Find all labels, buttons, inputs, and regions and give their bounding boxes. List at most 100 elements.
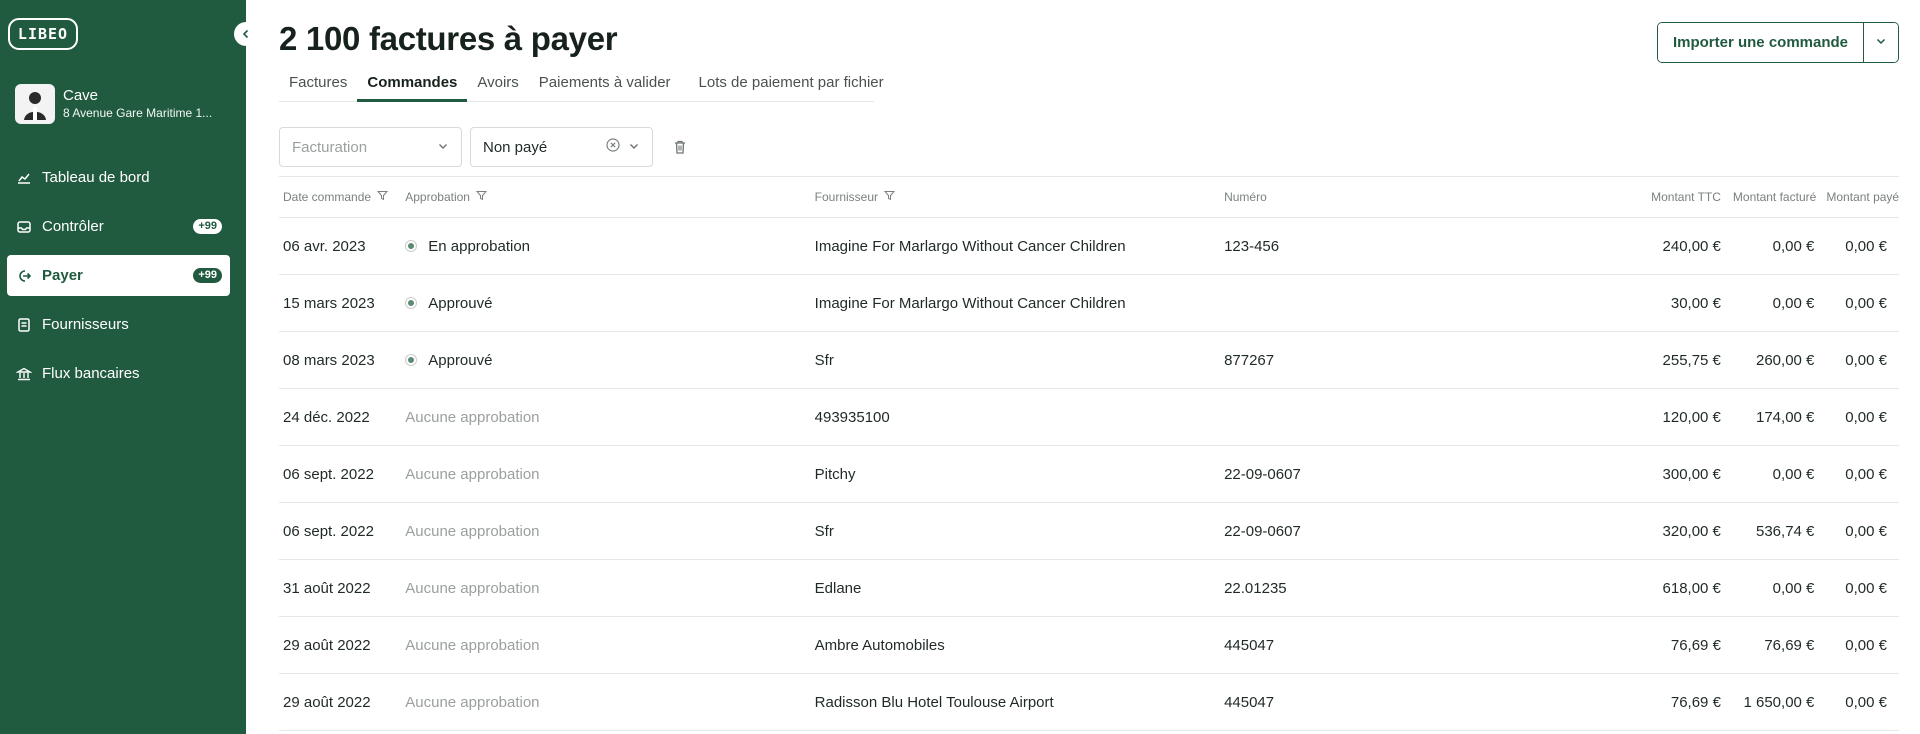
chevron-down-icon — [1875, 35, 1887, 50]
import-options-button[interactable] — [1864, 23, 1898, 62]
tab-commandes[interactable]: Commandes — [357, 70, 468, 102]
amount-paid: 0,00 € — [1845, 465, 1887, 483]
person-icon — [24, 92, 46, 120]
amount-invoiced: 0,00 € — [1772, 579, 1815, 597]
supplier-name: 493935100 — [814, 408, 890, 426]
approval-status: Aucune approbation — [405, 408, 540, 426]
order-number: 123-456 — [1224, 237, 1280, 255]
tab-bar: Factures Commandes Avoirs Paiements à va… — [279, 70, 884, 102]
table-row[interactable]: 29 août 2022 Aucune approbation Radisson… — [279, 674, 1899, 731]
payment-status-value: Non payé — [483, 138, 548, 156]
column-header-approbation[interactable]: Approbation — [401, 190, 810, 204]
order-date: 15 mars 2023 — [283, 294, 375, 312]
amount-invoiced: 1 650,00 € — [1743, 693, 1815, 711]
tab-lots-de-paiement[interactable]: Lots de paiement par fichier — [689, 70, 894, 102]
order-number: 22.01235 — [1224, 579, 1287, 597]
tab-paiements-a-valider[interactable]: Paiements à valider — [529, 70, 681, 102]
table-row[interactable]: 06 sept. 2022 Aucune approbation Sfr 22-… — [279, 503, 1899, 560]
collapse-sidebar-button[interactable] — [234, 22, 258, 46]
amount-ttc: 300,00 € — [1662, 465, 1721, 483]
sidebar-item-fournisseurs[interactable]: Fournisseurs — [7, 304, 230, 345]
table-row[interactable]: 06 sept. 2022 Aucune approbation Pitchy … — [279, 446, 1899, 503]
amount-paid: 0,00 € — [1845, 294, 1887, 312]
supplier-name: Sfr — [814, 522, 834, 540]
amount-paid: 0,00 € — [1845, 636, 1887, 654]
table-row[interactable]: 24 déc. 2022 Aucune approbation 49393510… — [279, 389, 1899, 446]
order-number: 877267 — [1224, 351, 1275, 369]
amount-invoiced: 174,00 € — [1756, 408, 1815, 426]
chevron-down-icon — [628, 139, 640, 156]
amount-paid: 0,00 € — [1845, 522, 1887, 540]
amount-ttc: 76,69 € — [1670, 693, 1721, 711]
amount-invoiced: 0,00 € — [1772, 237, 1815, 255]
order-date: 06 sept. 2022 — [283, 465, 374, 483]
count-badge: +99 — [193, 268, 222, 283]
table-row[interactable]: 15 mars 2023 Approuvé Imagine For Marlar… — [279, 275, 1899, 332]
column-header-montant-facture[interactable]: Montant facturé — [1729, 190, 1822, 204]
tab-avoirs[interactable]: Avoirs — [467, 70, 528, 102]
column-header-montant-ttc[interactable]: Montant TTC — [1629, 190, 1728, 204]
supplier-name: Radisson Blu Hotel Toulouse Airport — [814, 693, 1054, 711]
approval-status: En approbation — [401, 238, 810, 255]
column-header-date[interactable]: Date commande — [279, 190, 401, 204]
count-badge: +99 — [193, 219, 222, 234]
amount-paid: 0,00 € — [1845, 408, 1887, 426]
bank-icon — [15, 365, 33, 383]
sidebar-item-tableau-de-bord[interactable]: Tableau de bord — [7, 157, 230, 198]
clear-icon[interactable] — [606, 138, 620, 156]
approval-status: Aucune approbation — [405, 636, 540, 654]
filter-icon[interactable] — [376, 190, 389, 204]
order-number: 445047 — [1224, 636, 1275, 654]
amount-ttc: 76,69 € — [1670, 636, 1721, 654]
tab-factures[interactable]: Factures — [279, 70, 357, 102]
order-date: 31 août 2022 — [283, 579, 371, 597]
order-date: 06 avr. 2023 — [283, 237, 366, 255]
sidebar-item-controler[interactable]: Contrôler +99 — [7, 206, 230, 247]
amount-invoiced: 536,74 € — [1756, 522, 1815, 540]
amount-paid: 0,00 € — [1845, 237, 1887, 255]
sidebar-item-payer[interactable]: Payer +99 — [7, 255, 230, 296]
approval-status: Aucune approbation — [405, 522, 540, 540]
amount-invoiced: 76,69 € — [1764, 636, 1815, 654]
table-row[interactable]: 31 août 2022 Aucune approbation Edlane 2… — [279, 560, 1899, 617]
amount-ttc: 255,75 € — [1662, 351, 1721, 369]
amount-invoiced: 0,00 € — [1772, 465, 1815, 483]
main-content: 2 100 factures à payer Importer une comm… — [279, 0, 1899, 734]
sidebar-item-flux-bancaires[interactable]: Flux bancaires — [7, 353, 230, 394]
column-header-fournisseur[interactable]: Fournisseur — [811, 190, 1220, 204]
filter-icon[interactable] — [475, 190, 488, 204]
avatar — [15, 84, 55, 124]
supplier-name: Pitchy — [814, 465, 856, 483]
import-order-button[interactable]: Importer une commande — [1658, 23, 1864, 62]
supplier-name: Edlane — [814, 579, 862, 597]
approval-status: Approuvé — [401, 352, 810, 369]
order-date: 06 sept. 2022 — [283, 522, 374, 540]
import-button-group: Importer une commande — [1657, 22, 1899, 63]
inbox-icon — [15, 218, 33, 236]
column-header-montant-paye[interactable]: Montant payé — [1822, 190, 1899, 204]
chevron-down-icon — [437, 139, 449, 156]
app-window: LIBEO Cave 8 Avenue Gare Maritime 1... T… — [0, 0, 1920, 734]
table-row[interactable]: 06 avr. 2023 En approbation Imagine For … — [279, 218, 1899, 275]
column-header-numero[interactable]: Numéro — [1220, 190, 1629, 204]
order-number: 22-09-0607 — [1224, 522, 1301, 540]
table-row[interactable]: 29 août 2022 Aucune approbation Ambre Au… — [279, 617, 1899, 674]
amount-ttc: 120,00 € — [1662, 408, 1721, 426]
page-title: 2 100 factures à payer — [279, 20, 618, 57]
status-dot-icon — [405, 354, 418, 366]
supplier-name: Imagine For Marlargo Without Cancer Chil… — [814, 237, 1126, 255]
status-dot-icon — [405, 297, 418, 309]
filter-icon[interactable] — [883, 190, 896, 204]
trash-icon[interactable] — [673, 139, 687, 155]
approval-status: Aucune approbation — [405, 579, 540, 597]
table-row[interactable]: 08 mars 2023 Approuvé Sfr 877267 255,75 … — [279, 332, 1899, 389]
amount-ttc: 320,00 € — [1662, 522, 1721, 540]
supplier-name: Ambre Automobiles — [814, 636, 945, 654]
libeo-logo[interactable]: LIBEO — [8, 18, 78, 50]
order-number: 445047 — [1224, 693, 1275, 711]
amount-paid: 0,00 € — [1845, 693, 1887, 711]
facturation-select[interactable]: Facturation — [279, 127, 462, 167]
facturation-placeholder: Facturation — [292, 138, 368, 156]
account-switcher[interactable]: Cave 8 Avenue Gare Maritime 1... — [15, 84, 239, 124]
payment-status-select[interactable]: Non payé — [470, 127, 653, 167]
